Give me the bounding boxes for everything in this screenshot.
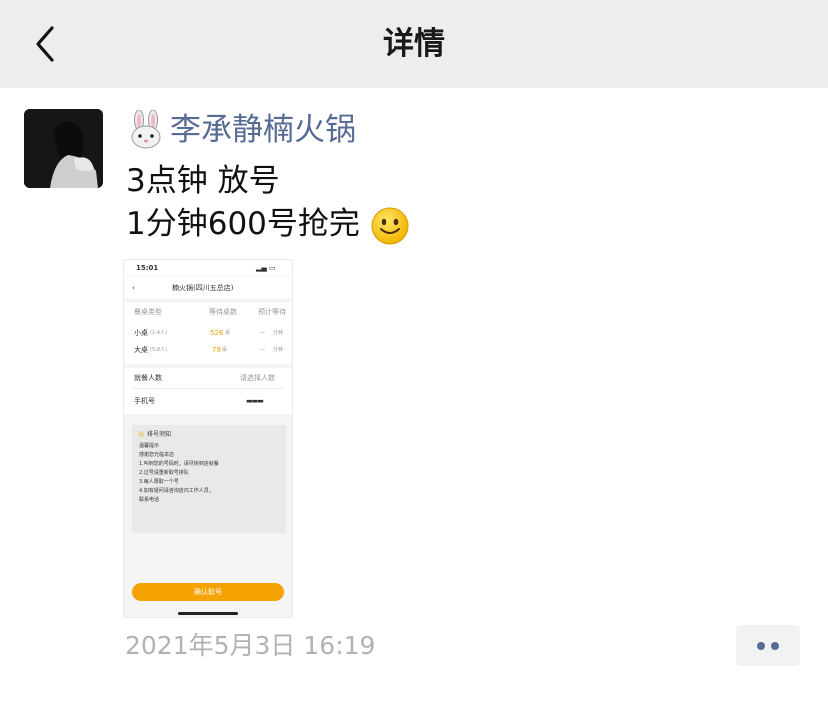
image-row1-eta: --	[260, 329, 266, 337]
shared-screenshot-image[interactable]: 15:01 ▂▄ ▭ ‹ 楠火锅(四川五总店) 餐桌类型 等待桌数 预计等待 小…	[123, 259, 293, 618]
image-row1-unit: 桌	[225, 330, 231, 336]
image-notice-line: 温馨提示	[139, 443, 160, 449]
image-home-indicator	[178, 612, 238, 615]
image-notice-line: 1.叫到您的号码时，请尽快到店就餐	[139, 461, 219, 467]
post-line-2-text: 1分钟600号抢完	[126, 206, 360, 242]
image-status-time: 15:01	[136, 264, 159, 272]
more-actions-button[interactable]	[736, 625, 800, 666]
image-col-time: 预计等待	[258, 308, 286, 316]
image-row2-sub: (5-8人)	[150, 347, 168, 353]
rabbit-face-icon	[131, 110, 161, 149]
author-row: 李承静楠火锅	[126, 110, 356, 150]
image-back-icon: ‹	[132, 284, 135, 292]
image-status-icons: ▂▄ ▭	[256, 264, 276, 272]
post-text: 3点钟 放号 1分钟600号抢完	[126, 160, 410, 246]
image-notice-line: 联系电话	[139, 497, 160, 503]
page-title: 详情	[383, 26, 445, 62]
image-notice: ◎ 排号须知 温馨提示 感谢您光临本店 1.叫到您的号码时，请尽快到店就餐 2.…	[132, 425, 286, 533]
image-notice-title: 排号须知	[147, 431, 172, 438]
avatar-photo	[24, 109, 103, 188]
image-row2-type: 大桌	[134, 346, 148, 354]
image-notice-line: 2.过号请重新取号排队	[139, 470, 189, 476]
more-dots-icon	[757, 641, 765, 650]
image-row1-type: 小桌	[134, 329, 148, 337]
image-diners-value: 请选择人数	[240, 374, 275, 382]
image-divider	[132, 388, 284, 389]
image-confirm-button: 确认取号	[132, 583, 284, 601]
image-notice-line: 感谢您光临本店	[139, 452, 175, 458]
image-notice-line: 4.如有疑问请咨询店内工作人员，	[139, 488, 214, 494]
author-name[interactable]: 李承静楠火锅	[170, 110, 356, 150]
image-row2-count: 79	[212, 346, 221, 354]
image-row2-eta: --	[260, 346, 266, 354]
image-diners-label: 就餐人数	[134, 374, 162, 382]
smiling-face-icon	[371, 207, 409, 244]
post-timestamp: 2021年5月3日 16:19	[125, 631, 376, 660]
image-form: 就餐人数 请选择人数 手机号 ▬▬▬	[124, 368, 292, 414]
image-header: ‹ 楠火锅(四川五总店)	[124, 277, 292, 299]
image-row2-unit: 桌	[222, 347, 228, 353]
image-row1-eta-unit: 分钟	[273, 330, 284, 336]
image-status-bar: 15:01 ▂▄ ▭	[124, 260, 292, 276]
image-col-table: 餐桌类型	[134, 308, 162, 316]
image-phone-label: 手机号	[134, 397, 155, 405]
post-line-2: 1分钟600号抢完	[126, 203, 410, 246]
more-dots-icon	[771, 641, 779, 650]
image-row1-count: 526	[210, 329, 224, 337]
post-line-1: 3点钟 放号	[126, 163, 280, 199]
image-row1-sub: (1-4人)	[150, 330, 168, 336]
image-notice-icon: ◎	[138, 430, 145, 438]
image-notice-line: 3.每人限取一个号	[139, 479, 179, 485]
image-phone-masked: ▬▬▬	[246, 397, 264, 405]
image-col-waiting: 等待桌数	[209, 308, 237, 316]
image-title: 楠火锅(四川五总店)	[172, 284, 234, 292]
top-navbar: 详情	[0, 0, 828, 88]
image-row2-eta-unit: 分钟	[273, 347, 284, 353]
image-queue-table: 餐桌类型 等待桌数 预计等待 小桌 (1-4人) 526 桌 -- 分钟 大桌 …	[124, 302, 292, 364]
avatar[interactable]	[24, 109, 103, 188]
